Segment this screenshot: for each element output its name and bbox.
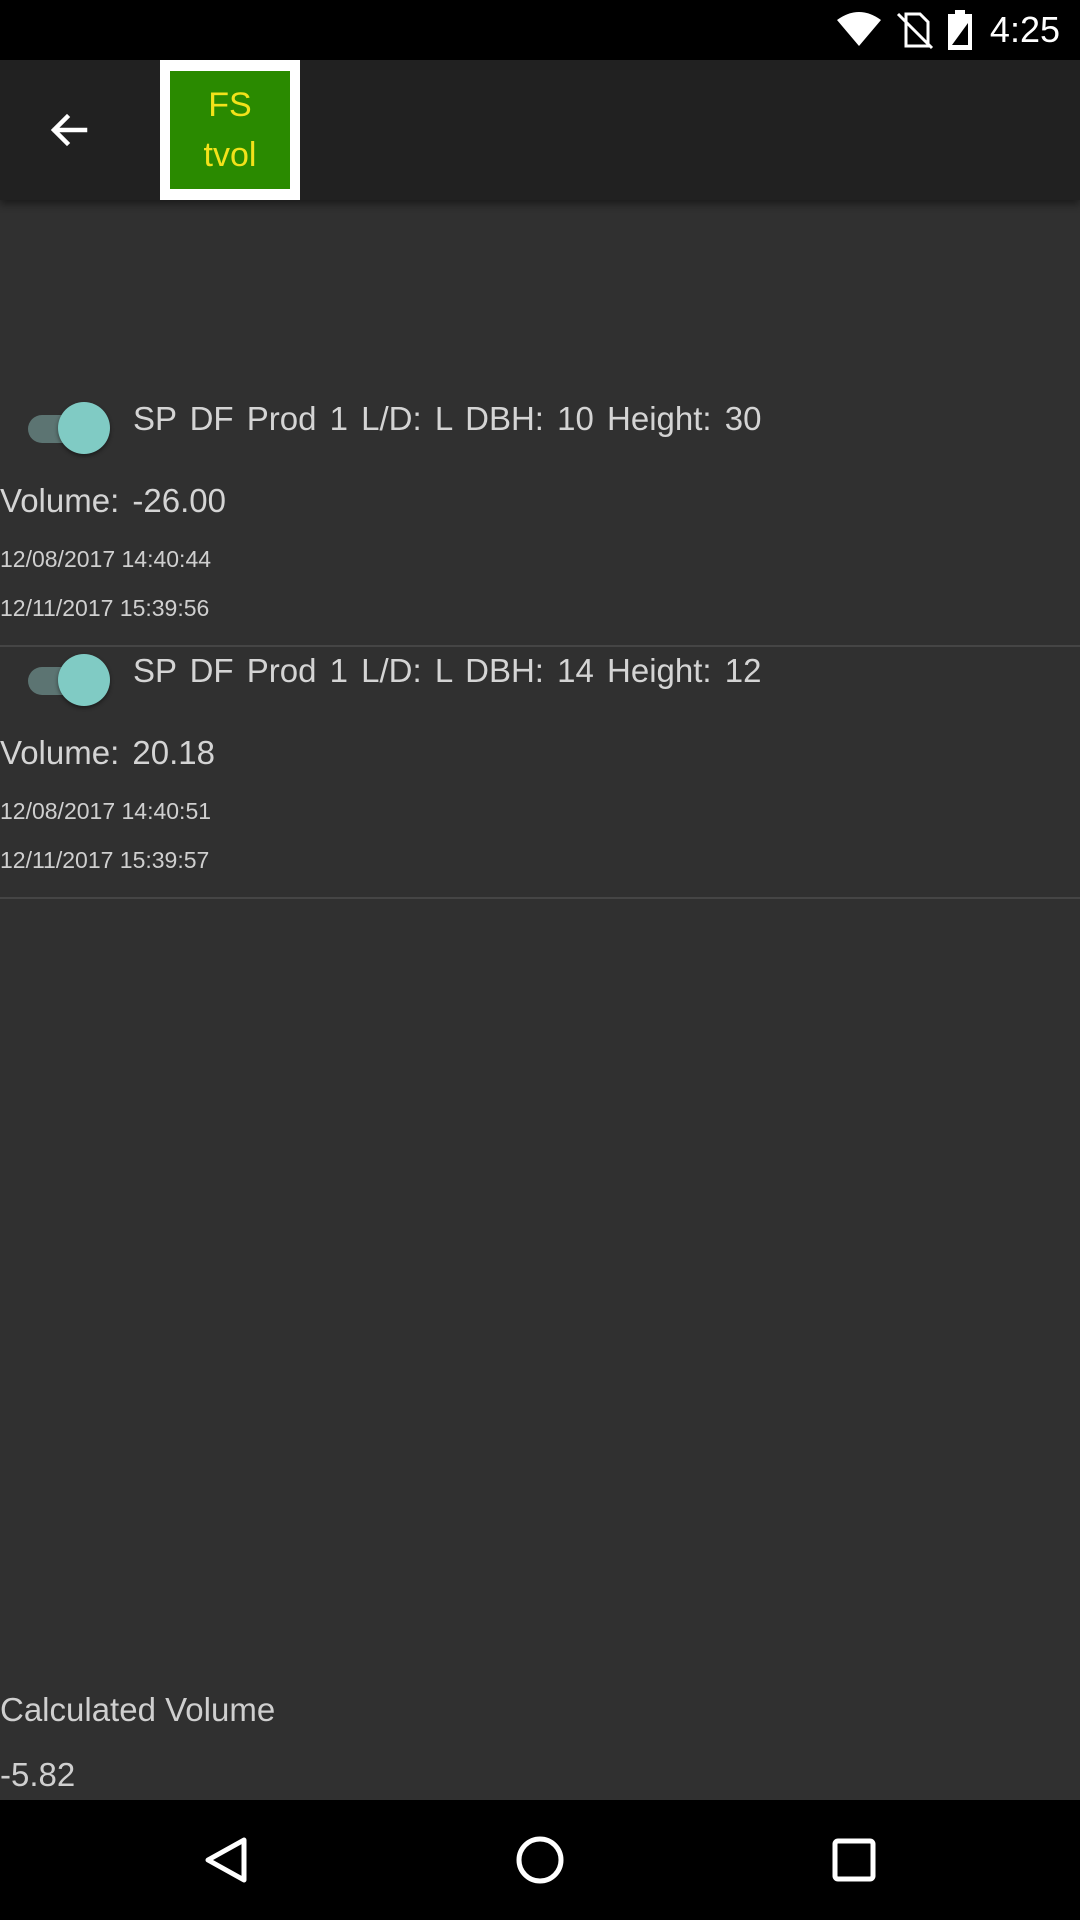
nav-recents-button[interactable]	[794, 1820, 914, 1900]
status-time: 4:25	[989, 9, 1060, 50]
battery-icon	[947, 10, 972, 50]
home-circle-icon	[516, 1836, 564, 1884]
item-volume: Volume: 20.18	[0, 734, 215, 771]
status-icons: 4:25	[836, 0, 1060, 60]
item-volume: Volume: -26.00	[0, 482, 226, 519]
screen: 4:25 FS tvol SP DF Prod 1 L/D: L DBH: 10…	[0, 0, 1080, 1920]
list-item[interactable]: SP DF Prod 1 L/D: L DBH: 14 Height: 12 V…	[0, 642, 1080, 898]
calculated-volume-value: -5.82	[0, 1756, 76, 1793]
status-bar: 4:25	[0, 0, 1080, 60]
list-item[interactable]: SP DF Prod 1 L/D: L DBH: 10 Height: 30 V…	[0, 390, 1080, 646]
app-logo: FS tvol	[160, 60, 300, 200]
logo-line-1: FS	[208, 86, 252, 124]
nav-home-button[interactable]	[480, 1820, 600, 1900]
toolbar: FS tvol	[0, 60, 1080, 200]
item-modified-date: 12/11/2017 15:39:56	[0, 595, 210, 621]
nav-back-button[interactable]	[166, 1820, 286, 1900]
divider	[0, 897, 1080, 899]
no-sim-icon	[896, 12, 933, 50]
toggle-thumb	[58, 654, 110, 706]
recents-square-icon	[832, 1838, 876, 1882]
item-title: SP DF Prod 1 L/D: L DBH: 10 Height: 30	[133, 400, 762, 437]
wifi-icon	[836, 12, 881, 46]
item-created-date: 12/08/2017 14:40:51	[0, 798, 212, 824]
toggle-thumb	[58, 402, 110, 454]
arrow-left-icon	[50, 113, 88, 147]
app-logo-badge: FS tvol	[170, 71, 290, 189]
back-triangle-icon	[205, 1837, 247, 1883]
item-toggle[interactable]	[28, 398, 110, 458]
calculated-volume-label: Calculated Volume	[0, 1691, 276, 1728]
item-modified-date: 12/11/2017 15:39:57	[0, 847, 210, 873]
navigation-bar	[0, 1800, 1080, 1920]
back-button[interactable]	[24, 88, 114, 172]
logo-line-2: tvol	[203, 136, 257, 174]
item-title: SP DF Prod 1 L/D: L DBH: 14 Height: 12	[133, 652, 762, 689]
item-toggle[interactable]	[28, 650, 110, 710]
item-created-date: 12/08/2017 14:40:44	[0, 546, 212, 572]
